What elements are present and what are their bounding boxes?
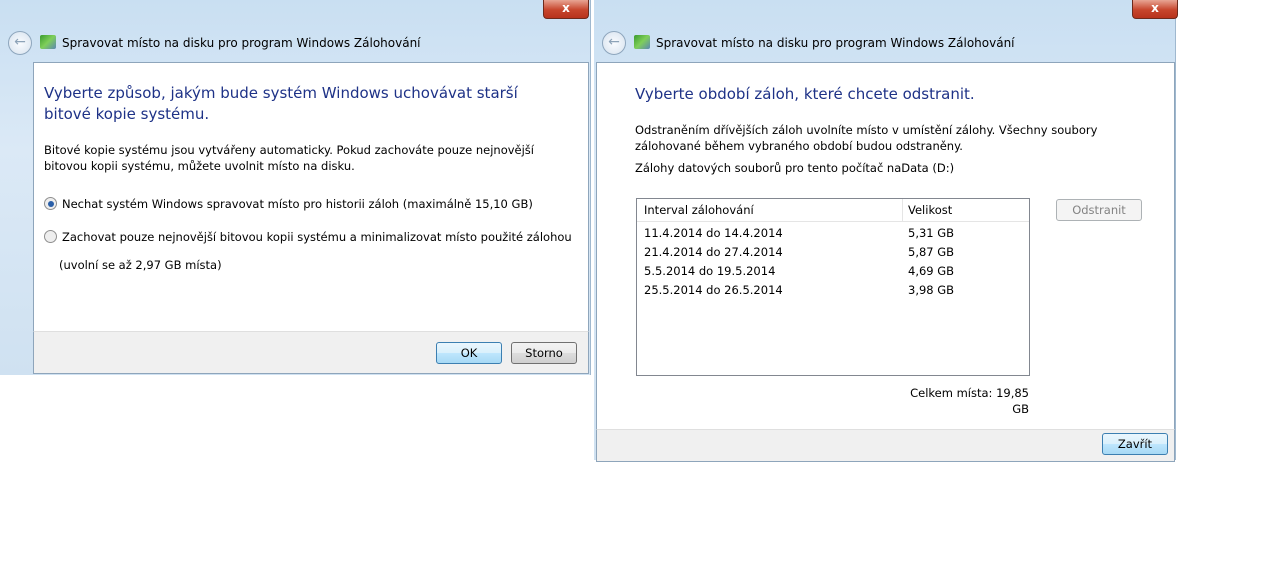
right-dialog: x ← Spravovat místo na disku pro program… [594, 0, 1178, 462]
backup-periods-list[interactable]: Interval zálohování Velikost 11.4.2014 d… [636, 198, 1030, 376]
interval: 21.4.2014 do 27.4.2014 [644, 245, 783, 259]
list-item[interactable]: 21.4.2014 do 27.4.2014 5,87 GB [637, 241, 1029, 260]
list-item[interactable]: 25.5.2014 do 26.5.2014 3,98 GB [637, 279, 1029, 298]
delete-button[interactable]: Odstranit [1056, 199, 1142, 221]
button-bar: Zavřít [596, 429, 1175, 462]
interval: 25.5.2014 do 26.5.2014 [644, 283, 783, 297]
ok-button[interactable]: OK [436, 342, 502, 364]
close-button[interactable]: x [543, 0, 589, 19]
size: 5,31 GB [908, 226, 955, 240]
window-title: Spravovat místo na disku pro program Win… [62, 36, 421, 50]
button-bar: OK Storno [33, 331, 589, 374]
size: 5,87 GB [908, 245, 955, 259]
radio-unselected-icon[interactable] [44, 230, 57, 243]
column-header-size[interactable]: Velikost [908, 203, 952, 217]
list-header: Interval zálohování Velikost [637, 199, 1029, 222]
content-panel: Vyberte způsob, jakým bude systém Window… [33, 62, 589, 332]
interval: 11.4.2014 do 14.4.2014 [644, 226, 783, 240]
option-label: Nechat systém Windows spravovat místo pr… [62, 197, 533, 211]
description: Bitové kopie systému jsou vytvářeny auto… [44, 143, 534, 173]
description: Odstraněním dřívějších záloh uvolníte mí… [635, 123, 1098, 153]
close-button[interactable]: x [1132, 0, 1178, 19]
backup-app-icon [40, 35, 56, 49]
column-divider[interactable] [902, 199, 903, 221]
page-heading: Vyberte období záloh, které chcete odstr… [635, 85, 975, 103]
backup-app-icon [634, 35, 650, 49]
cancel-button[interactable]: Storno [511, 342, 577, 364]
size: 3,98 GB [908, 283, 955, 297]
list-item[interactable]: 5.5.2014 do 19.5.2014 4,69 GB [637, 260, 1029, 279]
column-header-interval[interactable]: Interval zálohování [644, 203, 754, 217]
list-item[interactable]: 11.4.2014 do 14.4.2014 5,31 GB [637, 222, 1029, 241]
interval: 5.5.2014 do 19.5.2014 [644, 264, 776, 278]
window-title: Spravovat místo na disku pro program Win… [656, 36, 1015, 50]
total-space: Celkem místa: 19,85 GB [910, 386, 1029, 416]
back-arrow-icon[interactable]: ← [602, 31, 626, 55]
option-label: Zachovat pouze nejnovější bitovou kopii … [62, 230, 572, 244]
close-dialog-button[interactable]: Zavřít [1102, 433, 1168, 455]
radio-option-latest-only[interactable]: Zachovat pouze nejnovější bitovou kopii … [44, 229, 572, 245]
page-heading: Vyberte způsob, jakým bude systém Window… [44, 84, 518, 123]
radio-selected-icon[interactable] [44, 197, 57, 210]
content-panel: Vyberte období záloh, které chcete odstr… [596, 62, 1175, 430]
size: 4,69 GB [908, 264, 955, 278]
back-arrow-icon[interactable]: ← [8, 31, 32, 55]
left-dialog: x ← Spravovat místo na disku pro program… [0, 0, 591, 375]
subheading: Zálohy datových souborů pro tento počíta… [635, 161, 955, 175]
radio-option-manage[interactable]: Nechat systém Windows spravovat místo pr… [44, 196, 533, 212]
option-note: (uvolní se až 2,97 GB místa) [59, 258, 222, 272]
